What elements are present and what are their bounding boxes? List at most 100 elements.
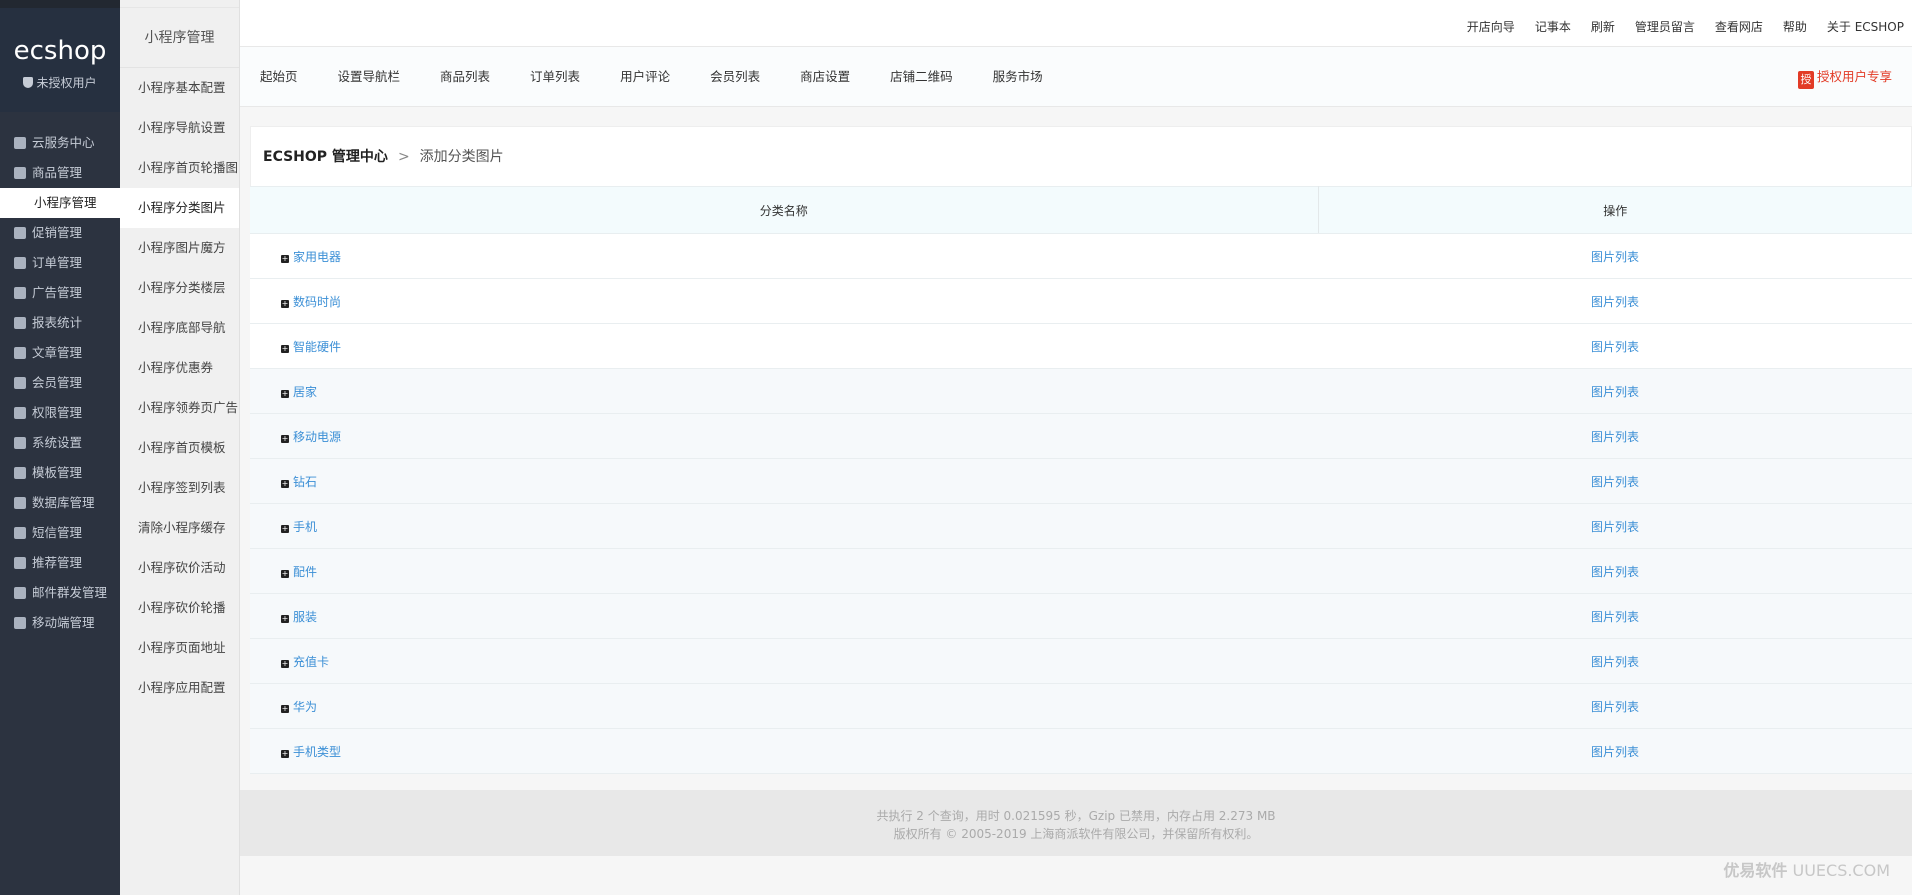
- sidebar-item-7[interactable]: 文章管理: [0, 338, 120, 368]
- expand-plus-icon[interactable]: +: [281, 254, 289, 263]
- submenu-item-4[interactable]: 小程序图片魔方: [120, 228, 239, 268]
- user-status-label: 未授权用户: [36, 76, 97, 90]
- menu-link-4[interactable]: 用户评论: [620, 47, 670, 107]
- sidebar-item-8[interactable]: 会员管理: [0, 368, 120, 398]
- expand-plus-icon[interactable]: +: [281, 344, 289, 353]
- expand-plus-icon[interactable]: +: [281, 614, 289, 623]
- sidebar-item-3[interactable]: 促销管理: [0, 218, 120, 248]
- category-name-link[interactable]: 数码时尚: [293, 295, 341, 309]
- category-name-link[interactable]: 居家: [293, 385, 317, 399]
- category-name-link[interactable]: 华为: [293, 700, 317, 714]
- send-icon: [14, 587, 26, 599]
- image-list-link[interactable]: 图片列表: [1591, 385, 1639, 399]
- topbar-link-5[interactable]: 帮助: [1783, 8, 1807, 46]
- breadcrumb-root[interactable]: ECSHOP 管理中心: [263, 149, 388, 165]
- expand-plus-icon[interactable]: +: [281, 659, 289, 668]
- category-name-link[interactable]: 配件: [293, 565, 317, 579]
- image-list-link[interactable]: 图片列表: [1591, 340, 1639, 354]
- auth-user-link[interactable]: 授授权用户专享: [1797, 47, 1892, 107]
- submenu-item-14[interactable]: 小程序页面地址: [120, 628, 239, 668]
- table-row: + 充值卡 图片列表: [250, 638, 1912, 684]
- category-table: 分类名称 操作 + 家用电器 图片列表 + 数码时尚 图片列表 + 智能硬件 图片列表 + 居家 图片…: [250, 186, 1912, 774]
- expand-plus-icon[interactable]: +: [281, 299, 289, 308]
- submenu-item-10[interactable]: 小程序签到列表: [120, 468, 239, 508]
- table-row: + 移动电源 图片列表: [250, 413, 1912, 459]
- sidebar-item-10[interactable]: 系统设置: [0, 428, 120, 458]
- sidebar-item-13[interactable]: 短信管理: [0, 518, 120, 548]
- submenu-item-15[interactable]: 小程序应用配置: [120, 668, 239, 708]
- sidebar-item-14[interactable]: 推荐管理: [0, 548, 120, 578]
- mail-icon: [14, 527, 26, 539]
- sidebar-item-11[interactable]: 模板管理: [0, 458, 120, 488]
- sidebar-item-6[interactable]: 报表统计: [0, 308, 120, 338]
- menu-link-2[interactable]: 商品列表: [440, 47, 490, 107]
- article-icon: [14, 347, 26, 359]
- submenu-item-0[interactable]: 小程序基本配置: [120, 68, 239, 108]
- menu-link-5[interactable]: 会员列表: [710, 47, 760, 107]
- sidebar-item-label: 小程序管理: [34, 195, 97, 210]
- category-name-link[interactable]: 手机类型: [293, 745, 341, 759]
- topbar-link-1[interactable]: 记事本: [1535, 8, 1571, 46]
- table-row: + 居家 图片列表: [250, 368, 1912, 414]
- menu-link-8[interactable]: 服务市场: [993, 47, 1043, 107]
- image-list-link[interactable]: 图片列表: [1591, 610, 1639, 624]
- category-name-link[interactable]: 智能硬件: [293, 340, 341, 354]
- topbar-link-2[interactable]: 刷新: [1591, 8, 1615, 46]
- topbar-link-6[interactable]: 关于 ECSHOP: [1827, 8, 1904, 46]
- submenu-item-6[interactable]: 小程序底部导航: [120, 308, 239, 348]
- topbar-link-3[interactable]: 管理员留言: [1635, 8, 1695, 46]
- expand-plus-icon[interactable]: +: [281, 569, 289, 578]
- watermark-brand: 优易软件: [1723, 861, 1788, 880]
- sidebar-item-4[interactable]: 订单管理: [0, 248, 120, 278]
- image-list-link[interactable]: 图片列表: [1591, 250, 1639, 264]
- category-name-link[interactable]: 家用电器: [293, 250, 341, 264]
- action-cell: 图片列表: [1318, 458, 1912, 504]
- menu-link-6[interactable]: 商店设置: [800, 47, 850, 107]
- category-name-link[interactable]: 钻石: [293, 475, 317, 489]
- submenu-item-1[interactable]: 小程序导航设置: [120, 108, 239, 148]
- menu-link-7[interactable]: 店铺二维码: [890, 47, 953, 107]
- submenu-item-2[interactable]: 小程序首页轮播图: [120, 148, 239, 188]
- submenu-item-13[interactable]: 小程序砍价轮播: [120, 588, 239, 628]
- image-list-link[interactable]: 图片列表: [1591, 745, 1639, 759]
- sidebar-item-0[interactable]: 云服务中心: [0, 128, 120, 158]
- category-name-link[interactable]: 手机: [293, 520, 317, 534]
- category-cell: + 智能硬件: [250, 323, 1318, 369]
- menu-link-1[interactable]: 设置导航栏: [338, 47, 401, 107]
- sidebar-item-16[interactable]: 移动端管理: [0, 608, 120, 638]
- sidebar-item-9[interactable]: 权限管理: [0, 398, 120, 428]
- submenu-item-12[interactable]: 小程序砍价活动: [120, 548, 239, 588]
- image-list-link[interactable]: 图片列表: [1591, 655, 1639, 669]
- image-list-link[interactable]: 图片列表: [1591, 430, 1639, 444]
- category-name-link[interactable]: 服装: [293, 610, 317, 624]
- sidebar-item-15[interactable]: 邮件群发管理: [0, 578, 120, 608]
- expand-plus-icon[interactable]: +: [281, 389, 289, 398]
- category-name-link[interactable]: 充值卡: [293, 655, 329, 669]
- expand-plus-icon[interactable]: +: [281, 524, 289, 533]
- menu-link-3[interactable]: 订单列表: [530, 47, 580, 107]
- expand-plus-icon[interactable]: +: [281, 479, 289, 488]
- submenu-item-7[interactable]: 小程序优惠券: [120, 348, 239, 388]
- sidebar-item-5[interactable]: 广告管理: [0, 278, 120, 308]
- submenu-item-11[interactable]: 清除小程序缓存: [120, 508, 239, 548]
- topbar-link-4[interactable]: 查看网店: [1715, 8, 1763, 46]
- sidebar-item-2[interactable]: 小程序管理: [0, 188, 120, 218]
- expand-plus-icon[interactable]: +: [281, 434, 289, 443]
- image-list-link[interactable]: 图片列表: [1591, 475, 1639, 489]
- menu-link-0[interactable]: 起始页: [260, 47, 298, 107]
- submenu-item-5[interactable]: 小程序分类楼层: [120, 268, 239, 308]
- submenu-item-9[interactable]: 小程序首页模板: [120, 428, 239, 468]
- submenu-item-8[interactable]: 小程序领券页广告: [120, 388, 239, 428]
- category-name-link[interactable]: 移动电源: [293, 430, 341, 444]
- image-list-link[interactable]: 图片列表: [1591, 565, 1639, 579]
- topbar-link-0[interactable]: 开店向导: [1467, 8, 1515, 46]
- image-list-link[interactable]: 图片列表: [1591, 520, 1639, 534]
- image-list-link[interactable]: 图片列表: [1591, 295, 1639, 309]
- image-list-link[interactable]: 图片列表: [1591, 700, 1639, 714]
- sidebar-item-1[interactable]: 商品管理: [0, 158, 120, 188]
- expand-plus-icon[interactable]: +: [281, 704, 289, 713]
- expand-plus-icon[interactable]: +: [281, 749, 289, 758]
- submenu-item-3[interactable]: 小程序分类图片: [120, 188, 239, 228]
- content-card: ECSHOP 管理中心 > 添加分类图片 分类名称 操作 + 家用电器 图片列表 + 数码时…: [250, 126, 1912, 774]
- sidebar-item-12[interactable]: 数据库管理: [0, 488, 120, 518]
